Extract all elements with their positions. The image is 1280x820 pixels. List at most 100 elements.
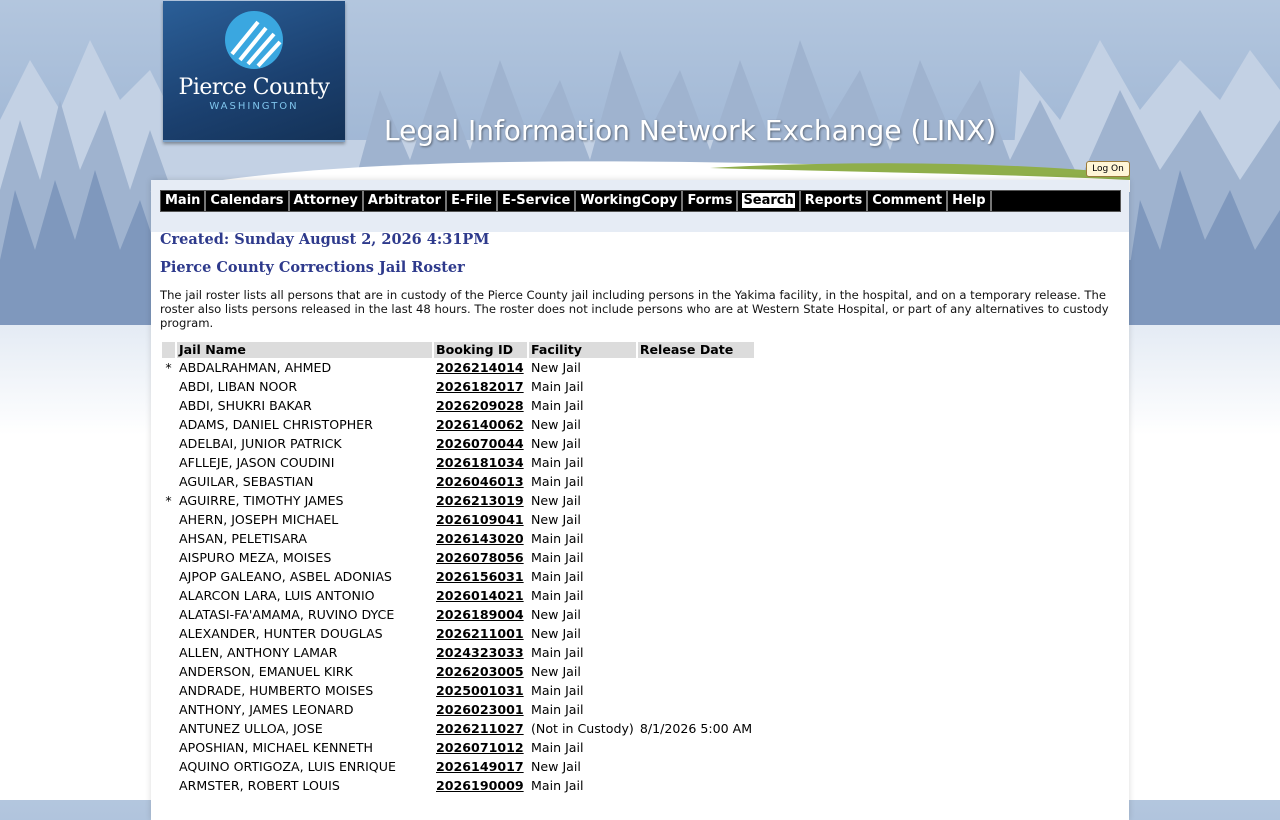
nav-forms[interactable]: Forms bbox=[683, 191, 739, 211]
inmate-name-cell: ALEXANDER, HUNTER DOUGLAS bbox=[177, 624, 432, 643]
inmate-name: ALARCON LARA, LUIS ANTONIO bbox=[179, 588, 375, 603]
header-release-date: Release Date bbox=[637, 342, 755, 358]
booking-id-link[interactable]: 2026156031 bbox=[436, 569, 524, 584]
booking-id-link[interactable]: 2024323033 bbox=[436, 645, 524, 660]
booking-id-link[interactable]: 2026181034 bbox=[436, 455, 524, 470]
nav-search-label: Search bbox=[742, 193, 795, 208]
nav-attorney[interactable]: Attorney bbox=[290, 191, 364, 211]
nav-reports[interactable]: Reports bbox=[801, 191, 869, 211]
nav-help[interactable]: Help bbox=[948, 191, 992, 211]
facility: Main Jail bbox=[531, 550, 584, 565]
booking-id-link[interactable]: 2026149017 bbox=[436, 759, 524, 774]
row-marker-cell bbox=[162, 624, 175, 643]
logo-state: WASHINGTON bbox=[209, 101, 299, 112]
booking-id-link[interactable]: 2026070044 bbox=[436, 436, 524, 451]
inmate-name: ABDI, SHUKRI BAKAR bbox=[179, 398, 312, 413]
booking-id-link[interactable]: 2026140062 bbox=[436, 417, 524, 432]
facility: Main Jail bbox=[531, 379, 584, 394]
facility-cell: Main Jail bbox=[529, 453, 636, 472]
booking-id-link-cell: 2026181034 bbox=[434, 453, 527, 472]
row-marker-cell bbox=[162, 700, 175, 719]
inmate-name: ANDERSON, EMANUEL KIRK bbox=[179, 664, 353, 679]
facility-cell: Main Jail bbox=[529, 643, 636, 662]
nav-e-service[interactable]: E-Service bbox=[498, 191, 577, 211]
facility-cell: Main Jail bbox=[529, 377, 636, 396]
main-panel: Main Calendars Attorney Arbitrator E-Fil… bbox=[151, 180, 1129, 820]
booking-id-link-cell: 2026214014 bbox=[434, 358, 527, 377]
inmate-name: APOSHIAN, MICHAEL KENNETH bbox=[179, 740, 373, 755]
booking-id-link[interactable]: 2026214014 bbox=[436, 360, 524, 375]
inmate-name: AHERN, JOSEPH MICHAEL bbox=[179, 512, 339, 527]
booking-id-link[interactable]: 2026213019 bbox=[436, 493, 524, 508]
booking-id-link[interactable]: 2026023001 bbox=[436, 702, 524, 717]
booking-id-link[interactable]: 2026190009 bbox=[436, 778, 524, 793]
booking-id-link[interactable]: 2026203005 bbox=[436, 664, 524, 679]
release-date-cell bbox=[638, 510, 754, 529]
inmate-name: ANTUNEZ ULLOA, JOSE bbox=[179, 721, 323, 736]
inmate-name-cell: ALATASI-FA'AMAMA, RUVINO DYCE bbox=[177, 605, 432, 624]
table-row: AJPOP GALEANO, ASBEL ADONIAS 2026156031 Ma… bbox=[162, 567, 754, 586]
log-on-button[interactable]: Log On bbox=[1086, 161, 1130, 177]
main-nav: Main Calendars Attorney Arbitrator E-Fil… bbox=[160, 190, 1121, 212]
table-row: ALATASI-FA'AMAMA, RUVINO DYCE 2026189004 N… bbox=[162, 605, 754, 624]
facility-cell: Main Jail bbox=[529, 396, 636, 415]
inmate-name: ANDRADE, HUMBERTO MOISES bbox=[179, 683, 374, 698]
nav-workingcopy[interactable]: WorkingCopy bbox=[576, 191, 684, 211]
inmate-name-cell: ALLEN, ANTHONY LAMAR bbox=[177, 643, 432, 662]
nav-search[interactable]: Search bbox=[738, 191, 801, 211]
row-marker-cell bbox=[162, 567, 175, 586]
inmate-name-cell: AFLLEJE, JASON COUDINI bbox=[177, 453, 432, 472]
release-date-cell bbox=[638, 377, 754, 396]
booking-id-link[interactable]: 2026109041 bbox=[436, 512, 524, 527]
booking-id-link-cell: 2026149017 bbox=[434, 757, 527, 776]
roster-body: * ABDALRAHMAN, AHMED 2026214014 New Jail ABD… bbox=[162, 358, 754, 795]
pierce-county-logo[interactable]: Pierce County WASHINGTON bbox=[163, 1, 345, 142]
booking-id-link[interactable]: 2026209028 bbox=[436, 398, 524, 413]
nav-comment[interactable]: Comment bbox=[868, 191, 949, 211]
facility-cell: Main Jail bbox=[529, 586, 636, 605]
facility-cell: Main Jail bbox=[529, 529, 636, 548]
facility: New Jail bbox=[531, 436, 581, 451]
inmate-name: ABDALRAHMAN, AHMED bbox=[179, 360, 332, 375]
nav-arbitrator[interactable]: Arbitrator bbox=[364, 191, 448, 211]
release-date-cell bbox=[638, 776, 754, 795]
booking-id-link[interactable]: 2026143020 bbox=[436, 531, 524, 546]
nav-main[interactable]: Main bbox=[161, 191, 207, 211]
release-date-cell bbox=[638, 358, 754, 377]
booking-id-link[interactable]: 2025001031 bbox=[436, 683, 524, 698]
release-date-cell bbox=[638, 491, 754, 510]
row-marker-cell: * bbox=[162, 491, 175, 510]
release-date-cell bbox=[638, 548, 754, 567]
facility: New Jail bbox=[531, 512, 581, 527]
nav-e-file[interactable]: E-File bbox=[447, 191, 498, 211]
booking-id-link[interactable]: 2026014021 bbox=[436, 588, 524, 603]
release-date-cell bbox=[638, 529, 754, 548]
booking-id-link[interactable]: 2026211027 bbox=[436, 721, 524, 736]
inmate-name: AFLLEJE, JASON COUDINI bbox=[179, 455, 335, 470]
inmate-name-cell: ANTUNEZ ULLOA, JOSE bbox=[177, 719, 432, 738]
booking-id-link[interactable]: 2026078056 bbox=[436, 550, 524, 565]
facility-cell: New Jail bbox=[529, 491, 636, 510]
facility: New Jail bbox=[531, 360, 581, 375]
nav-calendars[interactable]: Calendars bbox=[206, 191, 290, 211]
booking-id-link[interactable]: 2026211001 bbox=[436, 626, 524, 641]
booking-id-link-cell: 2026156031 bbox=[434, 567, 527, 586]
inmate-name: ANTHONY, JAMES LEONARD bbox=[179, 702, 354, 717]
inmate-name-cell: ANDERSON, EMANUEL KIRK bbox=[177, 662, 432, 681]
inmate-name: ABDI, LIBAN NOOR bbox=[179, 379, 298, 394]
facility: Main Jail bbox=[531, 683, 584, 698]
booking-id-link[interactable]: 2026182017 bbox=[436, 379, 524, 394]
booking-id-link[interactable]: 2026071012 bbox=[436, 740, 524, 755]
facility-cell: New Jail bbox=[529, 624, 636, 643]
row-marker-cell bbox=[162, 529, 175, 548]
booking-id-link-cell: 2026070044 bbox=[434, 434, 527, 453]
booking-id-link[interactable]: 2026189004 bbox=[436, 607, 524, 622]
booking-id-link[interactable]: 2026046013 bbox=[436, 474, 524, 489]
inmate-name: AGUILAR, SEBASTIAN bbox=[179, 474, 314, 489]
inmate-name: AQUINO ORTIGOZA, LUIS ENRIQUE bbox=[179, 759, 396, 774]
facility-cell: New Jail bbox=[529, 358, 636, 377]
facility-cell: (Not in Custody) bbox=[529, 719, 636, 738]
table-header-row: Jail Name Booking ID Facility Release Da… bbox=[162, 342, 755, 358]
booking-id-link-cell: 2026209028 bbox=[434, 396, 527, 415]
release-date-cell bbox=[638, 605, 754, 624]
